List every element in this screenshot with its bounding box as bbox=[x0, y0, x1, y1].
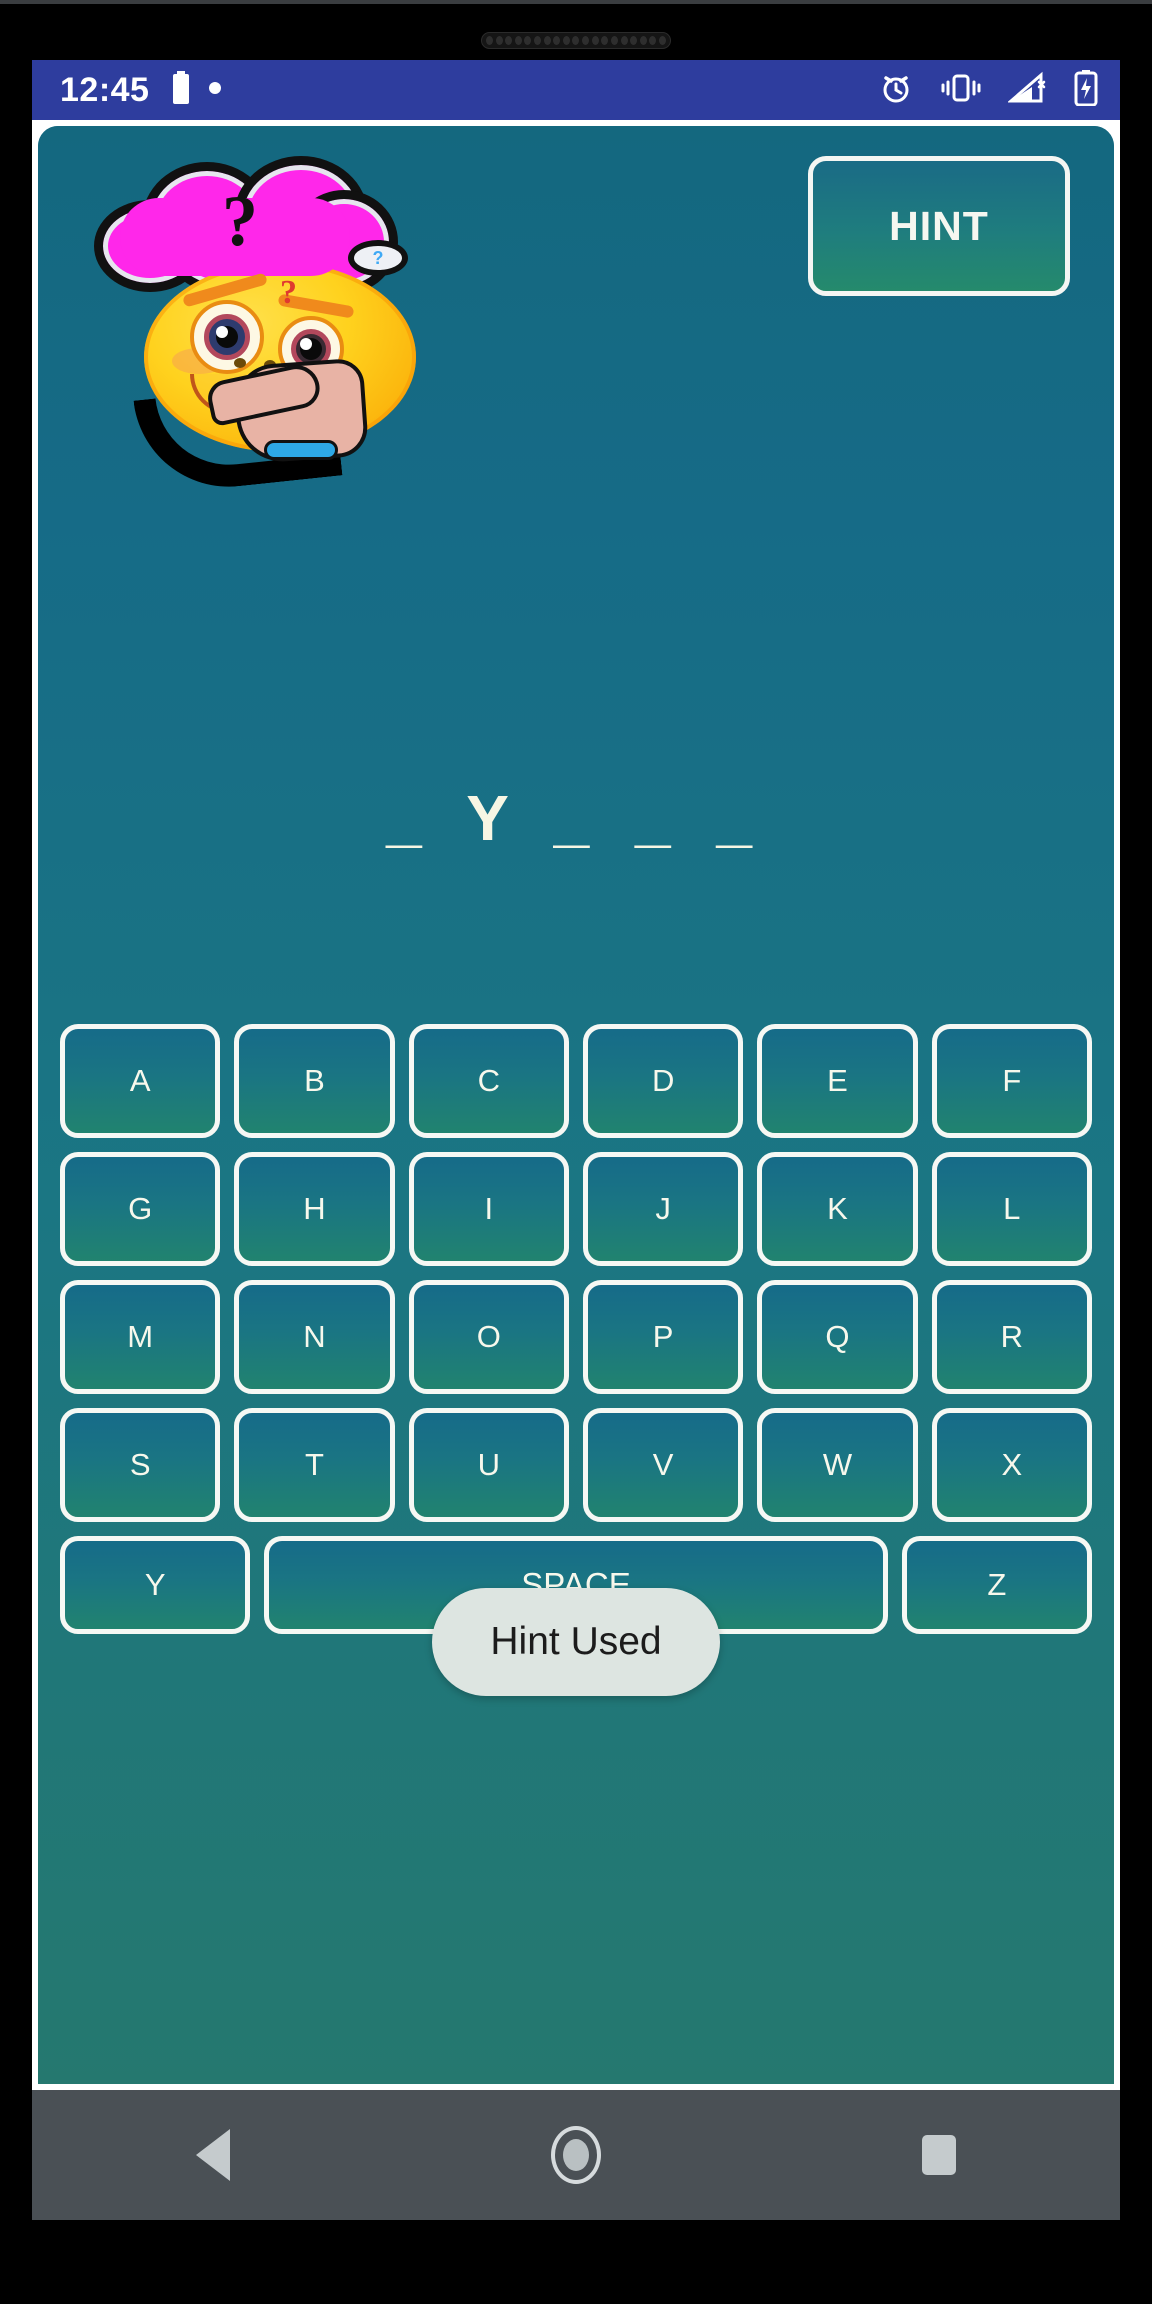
key-v[interactable]: V bbox=[582, 1408, 744, 1522]
hint-used-toast: Hint Used bbox=[432, 1588, 720, 1696]
keyboard-row: MNOPQR bbox=[60, 1280, 1092, 1394]
speaker-grille-icon bbox=[481, 32, 671, 49]
bezel-hairline bbox=[0, 0, 1152, 4]
vibrate-icon bbox=[940, 72, 982, 109]
emoji-sleeve-cuff bbox=[264, 440, 338, 460]
thought-bubble-question-mark: ? bbox=[222, 181, 258, 261]
hint-button[interactable]: HINT bbox=[808, 156, 1070, 296]
key-c[interactable]: C bbox=[408, 1024, 569, 1138]
status-bar-left-icons bbox=[171, 70, 223, 110]
signal-off-icon bbox=[1006, 71, 1048, 110]
mini-bubble-text: ? bbox=[372, 247, 384, 268]
back-triangle-icon bbox=[196, 2129, 231, 2181]
emoji-face-question-mark: ? bbox=[280, 274, 297, 311]
bottom-bezel bbox=[0, 2220, 1152, 2304]
top-bezel bbox=[0, 0, 1152, 60]
key-j[interactable]: J bbox=[582, 1152, 744, 1266]
letter-keyboard: A B C D E F G H I J K L M N O P Q R S T U V W X Y S P A C E Z bbox=[60, 1024, 1093, 1648]
nav-recents-button[interactable] bbox=[849, 2090, 1029, 2220]
key-r[interactable]: R bbox=[931, 1280, 1092, 1394]
key-w[interactable]: W bbox=[757, 1408, 918, 1522]
key-z[interactable]: Z bbox=[901, 1536, 1093, 1634]
emoji-eye-left bbox=[190, 300, 264, 374]
status-bar: 12:45 bbox=[32, 60, 1120, 120]
key-e[interactable]: E bbox=[757, 1024, 918, 1138]
status-bar-right-icons bbox=[878, 69, 1098, 111]
key-t[interactable]: T bbox=[234, 1408, 395, 1522]
key-g[interactable]: G bbox=[60, 1152, 221, 1266]
phone-device: 12:45 ? ? ? HINT _ Y _ _ _ A B C D E F G… bbox=[0, 0, 1152, 2304]
key-k[interactable]: K bbox=[757, 1152, 918, 1266]
key-d[interactable]: D bbox=[582, 1024, 744, 1138]
key-b[interactable]: B bbox=[234, 1024, 395, 1138]
home-circle-icon bbox=[550, 2126, 601, 2184]
thinking-emoji: ? ? ? bbox=[86, 150, 486, 570]
game-screen: ? ? ? HINT _ Y _ _ _ A B C D E F G H I J… bbox=[38, 126, 1114, 2084]
nav-back-button[interactable] bbox=[123, 2090, 303, 2220]
android-nav-bar bbox=[32, 2090, 1120, 2220]
key-f[interactable]: F bbox=[931, 1024, 1092, 1138]
nav-home-button[interactable] bbox=[486, 2090, 666, 2220]
keyboard-row: GHIJKL bbox=[60, 1152, 1092, 1266]
key-p[interactable]: P bbox=[582, 1280, 744, 1394]
key-h[interactable]: H bbox=[234, 1152, 395, 1266]
key-u[interactable]: U bbox=[408, 1408, 569, 1522]
emoji-nostril-left bbox=[234, 358, 246, 368]
key-y[interactable]: Y bbox=[60, 1536, 251, 1634]
key-l[interactable]: L bbox=[931, 1152, 1092, 1266]
key-m[interactable]: M bbox=[60, 1280, 221, 1394]
keyboard-row: STUVWX bbox=[60, 1408, 1092, 1522]
key-q[interactable]: Q bbox=[757, 1280, 918, 1394]
key-i[interactable]: I bbox=[408, 1152, 569, 1266]
battery-icon bbox=[171, 70, 191, 110]
key-a[interactable]: A bbox=[60, 1024, 221, 1138]
recents-square-icon bbox=[921, 2135, 956, 2175]
keyboard-row: ABCDEF bbox=[60, 1024, 1092, 1138]
key-n[interactable]: N bbox=[234, 1280, 395, 1394]
key-s[interactable]: S bbox=[60, 1408, 221, 1522]
dot-indicator-icon bbox=[207, 80, 223, 101]
alarm-clock-icon bbox=[878, 70, 914, 111]
battery-charging-icon bbox=[1074, 69, 1098, 111]
app-window-frame: ? ? ? HINT _ Y _ _ _ A B C D E F G H I J… bbox=[32, 120, 1120, 2090]
key-o[interactable]: O bbox=[408, 1280, 569, 1394]
status-bar-clock: 12:45 bbox=[60, 70, 150, 109]
mini-thought-bubble-icon: ? bbox=[348, 240, 408, 276]
puzzle-word-display: _ Y _ _ _ bbox=[386, 782, 766, 854]
key-x[interactable]: X bbox=[931, 1408, 1092, 1522]
